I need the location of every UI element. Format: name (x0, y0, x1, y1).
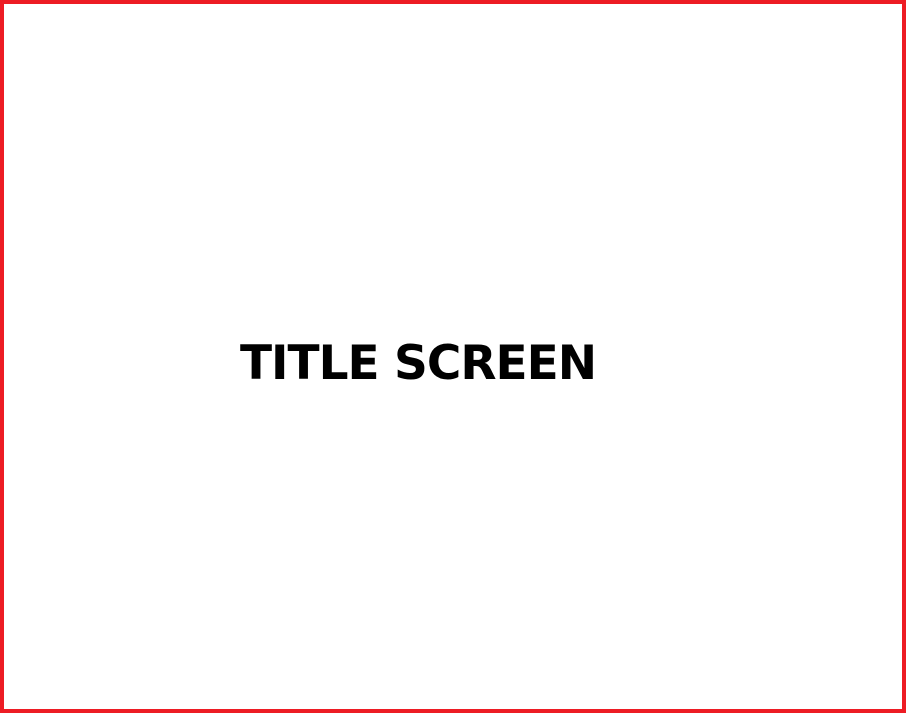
screen-title: TITLE SCREEN (240, 336, 597, 391)
title-screen-frame: TITLE SCREEN (0, 0, 906, 713)
